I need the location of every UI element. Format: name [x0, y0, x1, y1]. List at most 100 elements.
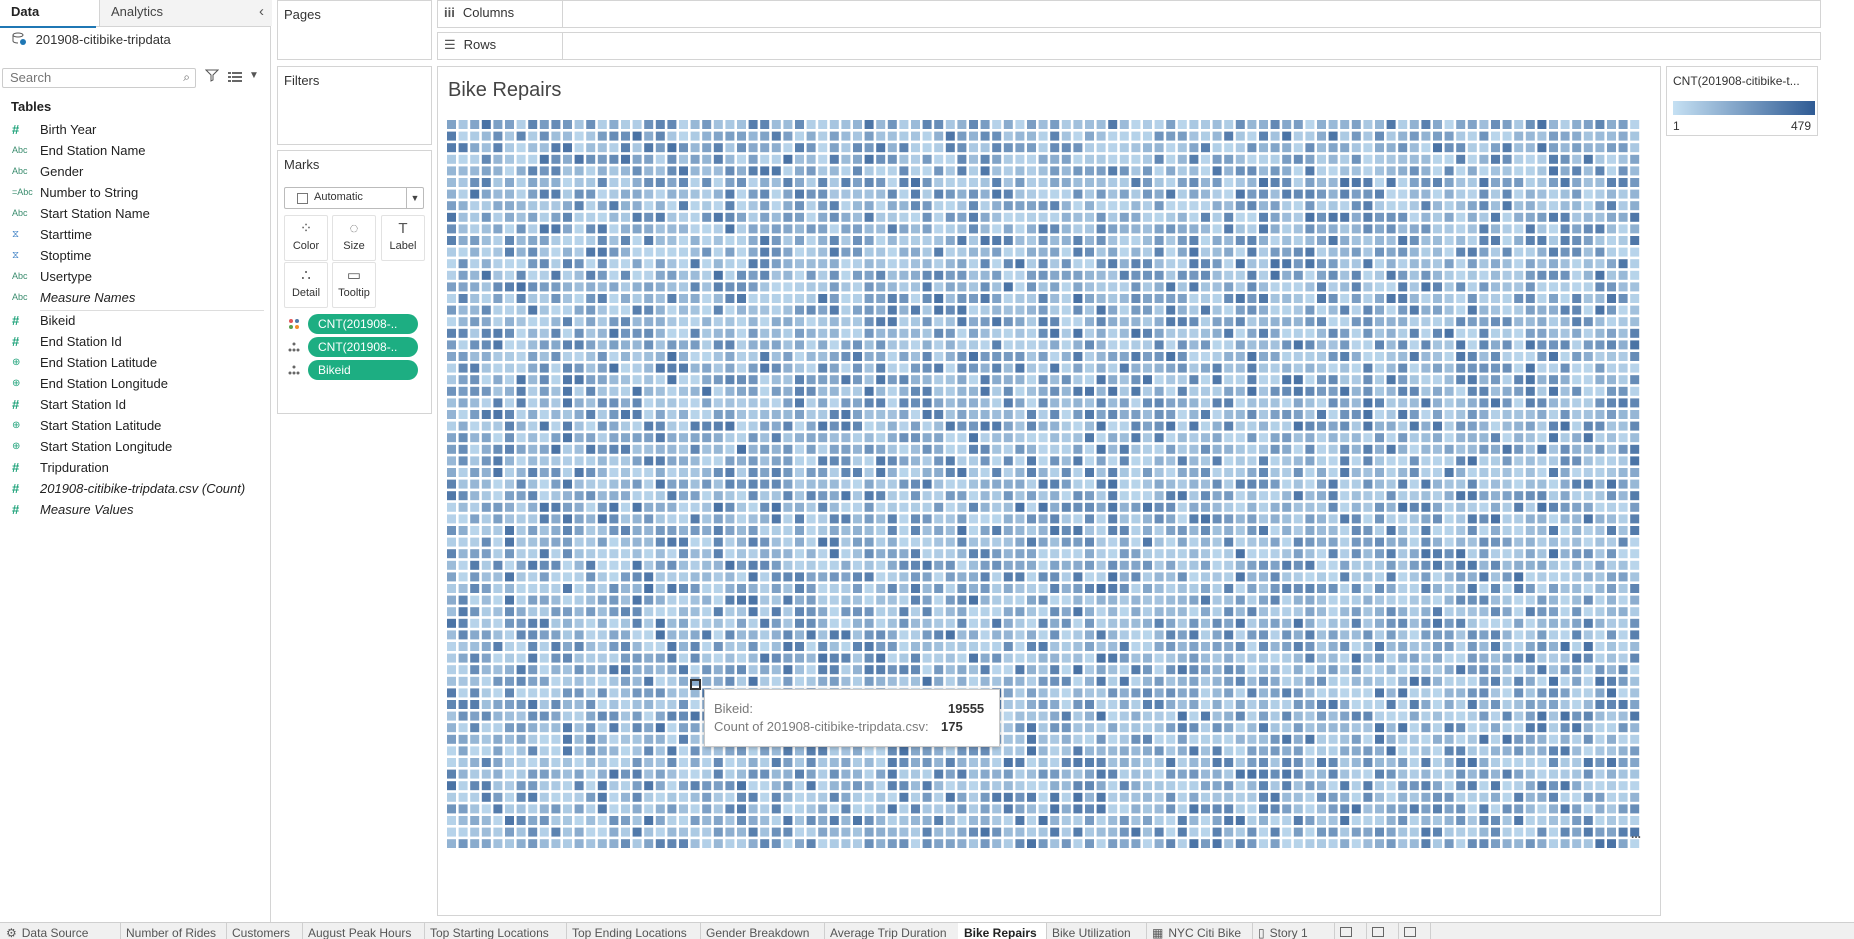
heatmap-cell[interactable] — [1514, 584, 1523, 593]
heatmap-cell[interactable] — [1108, 387, 1117, 396]
heatmap-cell[interactable] — [1526, 619, 1535, 628]
heatmap-cell[interactable] — [1189, 224, 1198, 233]
heatmap-cell[interactable] — [807, 491, 816, 500]
heatmap-cell[interactable] — [725, 340, 734, 349]
heatmap-cell[interactable] — [1352, 456, 1361, 465]
heatmap-cell[interactable] — [923, 132, 932, 141]
heatmap-cell[interactable] — [575, 642, 584, 651]
heatmap-cell[interactable] — [1445, 352, 1454, 361]
heatmap-cell[interactable] — [1445, 514, 1454, 523]
heatmap-cell[interactable] — [957, 364, 966, 373]
heatmap-cell[interactable] — [1073, 340, 1082, 349]
heatmap-cell[interactable] — [969, 503, 978, 512]
heatmap-cell[interactable] — [1073, 190, 1082, 199]
heatmap-cell[interactable] — [1155, 398, 1164, 407]
heatmap-cell[interactable] — [702, 375, 711, 384]
heatmap-cell[interactable] — [1305, 132, 1314, 141]
heatmap-cell[interactable] — [667, 387, 676, 396]
heatmap-cell[interactable] — [1549, 317, 1558, 326]
heatmap-cell[interactable] — [1619, 364, 1628, 373]
heatmap-cell[interactable] — [1259, 306, 1268, 315]
heatmap-cell[interactable] — [1584, 584, 1593, 593]
viz-title[interactable]: Bike Repairs — [448, 79, 561, 102]
heatmap-cell[interactable] — [714, 642, 723, 651]
heatmap-cell[interactable] — [783, 584, 792, 593]
heatmap-cell[interactable] — [691, 120, 700, 129]
heatmap-cell[interactable] — [1050, 526, 1059, 535]
heatmap-cell[interactable] — [1479, 375, 1488, 384]
heatmap-cell[interactable] — [586, 364, 595, 373]
heatmap-cell[interactable] — [1039, 294, 1048, 303]
heatmap-cell[interactable] — [1189, 596, 1198, 605]
heatmap-cell[interactable] — [482, 642, 491, 651]
heatmap-cell[interactable] — [691, 422, 700, 431]
heatmap-cell[interactable] — [1085, 364, 1094, 373]
heatmap-cell[interactable] — [656, 178, 665, 187]
heatmap-cell[interactable] — [1143, 364, 1152, 373]
heatmap-cell[interactable] — [528, 375, 537, 384]
heatmap-cell[interactable] — [1607, 340, 1616, 349]
heatmap-cell[interactable] — [1410, 155, 1419, 164]
heatmap-cell[interactable] — [517, 306, 526, 315]
heatmap-cell[interactable] — [1131, 468, 1140, 477]
heatmap-cell[interactable] — [1259, 375, 1268, 384]
heatmap-cell[interactable] — [1131, 630, 1140, 639]
heatmap-cell[interactable] — [505, 178, 514, 187]
heatmap-cell[interactable] — [1630, 387, 1639, 396]
heatmap-cell[interactable] — [865, 387, 874, 396]
heatmap-cell[interactable] — [923, 340, 932, 349]
field-item[interactable]: ⊕End Station Latitude — [0, 352, 268, 373]
heatmap-cell[interactable] — [633, 201, 642, 210]
heatmap-cell[interactable] — [772, 619, 781, 628]
heatmap-cell[interactable] — [830, 294, 839, 303]
heatmap-cell[interactable] — [1363, 456, 1372, 465]
heatmap-cell[interactable] — [1433, 201, 1442, 210]
heatmap-cell[interactable] — [1015, 271, 1024, 280]
heatmap-cell[interactable] — [1491, 306, 1500, 315]
heatmap-cell[interactable] — [493, 398, 502, 407]
heatmap-cell[interactable] — [1549, 178, 1558, 187]
heatmap-cell[interactable] — [981, 538, 990, 547]
heatmap-cell[interactable] — [563, 248, 572, 257]
heatmap-cell[interactable] — [679, 259, 688, 268]
heatmap-cell[interactable] — [1236, 630, 1245, 639]
heatmap-cell[interactable] — [644, 607, 653, 616]
heatmap-cell[interactable] — [598, 190, 607, 199]
heatmap-cell[interactable] — [1595, 561, 1604, 570]
heatmap-cell[interactable] — [1213, 422, 1222, 431]
heatmap-cell[interactable] — [1398, 422, 1407, 431]
heatmap-cell[interactable] — [1363, 433, 1372, 442]
heatmap-cell[interactable] — [1410, 538, 1419, 547]
heatmap-cell[interactable] — [1027, 294, 1036, 303]
heatmap-cell[interactable] — [482, 120, 491, 129]
heatmap-cell[interactable] — [1282, 456, 1291, 465]
heatmap-cell[interactable] — [1189, 120, 1198, 129]
heatmap-cell[interactable] — [818, 665, 827, 674]
heatmap-cell[interactable] — [946, 468, 955, 477]
heatmap-cell[interactable] — [1387, 607, 1396, 616]
heatmap-cell[interactable] — [1630, 398, 1639, 407]
heatmap-cell[interactable] — [598, 352, 607, 361]
heatmap-cell[interactable] — [1572, 549, 1581, 558]
heatmap-cell[interactable] — [818, 236, 827, 245]
heatmap-cell[interactable] — [772, 282, 781, 291]
heatmap-cell[interactable] — [1584, 549, 1593, 558]
heatmap-cell[interactable] — [1189, 445, 1198, 454]
heatmap-cell[interactable] — [865, 282, 874, 291]
heatmap-cell[interactable] — [1421, 178, 1430, 187]
heatmap-cell[interactable] — [1062, 445, 1071, 454]
heatmap-cell[interactable] — [1503, 654, 1512, 663]
heatmap-cell[interactable] — [517, 456, 526, 465]
heatmap-cell[interactable] — [841, 143, 850, 152]
heatmap-cell[interactable] — [1201, 654, 1210, 663]
heatmap-cell[interactable] — [1178, 642, 1187, 651]
heatmap-cell[interactable] — [807, 132, 816, 141]
heatmap-cell[interactable] — [1549, 526, 1558, 535]
heatmap-cell[interactable] — [1282, 607, 1291, 616]
heatmap-cell[interactable] — [1155, 456, 1164, 465]
heatmap-cell[interactable] — [1619, 317, 1628, 326]
heatmap-cell[interactable] — [575, 456, 584, 465]
heatmap-cell[interactable] — [679, 155, 688, 164]
heatmap-cell[interactable] — [1178, 538, 1187, 547]
heatmap-cell[interactable] — [1039, 271, 1048, 280]
